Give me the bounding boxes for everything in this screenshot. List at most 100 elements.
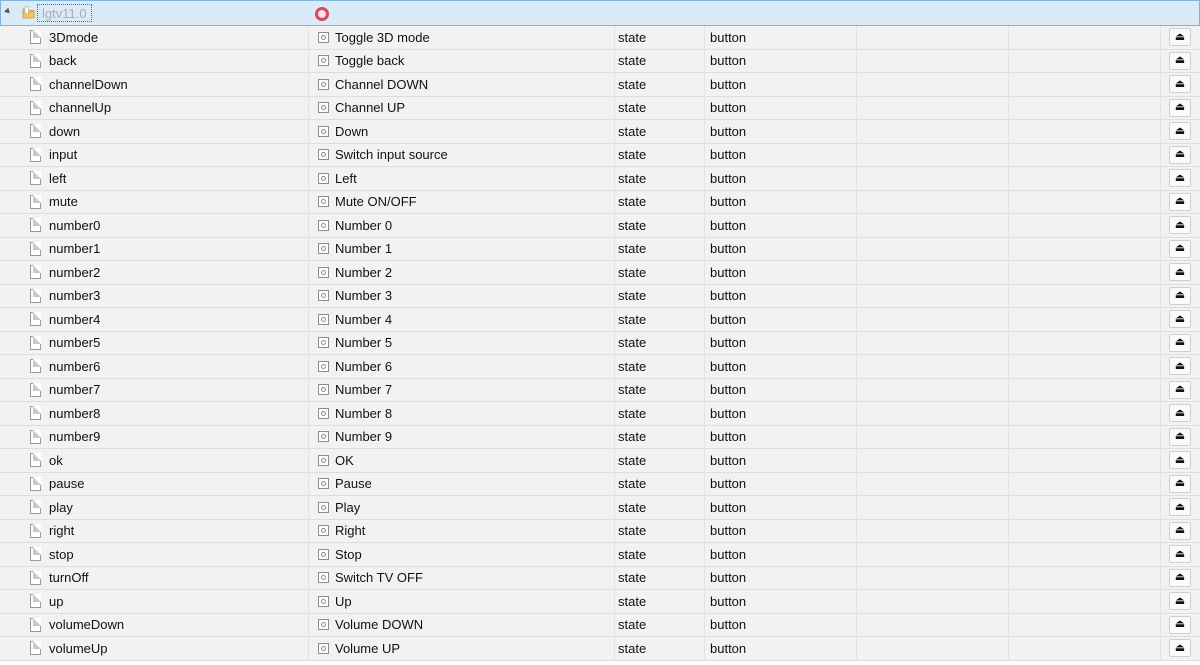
name-cell[interactable]: Channel DOWN — [308, 73, 614, 96]
expanded-triangle-icon[interactable] — [4, 7, 12, 16]
table-row[interactable]: pause Pause state button ⏏ — [0, 472, 1200, 496]
name-cell[interactable]: Number 5 — [308, 332, 614, 355]
table-row[interactable]: number1 Number 1 state button ⏏ — [0, 237, 1200, 261]
table-row[interactable]: play Play state button ⏏ — [0, 496, 1200, 520]
table-row[interactable]: back Toggle back state button ⏏ — [0, 49, 1200, 73]
eject-button[interactable]: ⏏ — [1169, 521, 1191, 540]
eject-button[interactable]: ⏏ — [1169, 357, 1191, 376]
name-cell[interactable]: Number 2 — [308, 261, 614, 284]
eject-button[interactable]: ⏏ — [1169, 98, 1191, 117]
eject-button[interactable]: ⏏ — [1169, 192, 1191, 211]
id-cell[interactable]: number6 — [30, 355, 308, 378]
name-cell[interactable]: Up — [308, 590, 614, 613]
eject-button[interactable]: ⏏ — [1169, 310, 1191, 329]
table-row[interactable]: input Switch input source state button ⏏ — [0, 143, 1200, 167]
id-cell[interactable]: pause — [30, 473, 308, 496]
table-row[interactable]: left Left state button ⏏ — [0, 167, 1200, 191]
table-row[interactable]: down Down state button ⏏ — [0, 120, 1200, 144]
id-cell[interactable]: volumeUp — [30, 637, 308, 660]
id-cell[interactable]: number0 — [30, 214, 308, 237]
id-cell[interactable]: mute — [30, 191, 308, 214]
table-row[interactable]: turnOff Switch TV OFF state button ⏏ — [0, 566, 1200, 590]
name-cell[interactable]: Switch input source — [308, 144, 614, 167]
eject-button[interactable]: ⏏ — [1169, 474, 1191, 493]
root-label[interactable]: lgtv11.0 — [37, 4, 92, 22]
eject-button[interactable]: ⏏ — [1169, 216, 1191, 235]
table-row[interactable]: ok OK state button ⏏ — [0, 449, 1200, 473]
table-row[interactable]: right Right state button ⏏ — [0, 519, 1200, 543]
id-cell[interactable]: input — [30, 144, 308, 167]
id-cell[interactable]: ok — [30, 449, 308, 472]
eject-button[interactable]: ⏏ — [1169, 404, 1191, 423]
name-cell[interactable]: Number 8 — [308, 402, 614, 425]
eject-button[interactable]: ⏏ — [1169, 568, 1191, 587]
root-row-lgtv[interactable]: lgtv11.0 — [0, 0, 1200, 26]
id-cell[interactable]: left — [30, 167, 308, 190]
name-cell[interactable]: Toggle back — [308, 50, 614, 73]
eject-button[interactable]: ⏏ — [1169, 545, 1191, 564]
eject-button[interactable]: ⏏ — [1169, 427, 1191, 446]
table-row[interactable]: number2 Number 2 state button ⏏ — [0, 261, 1200, 285]
id-cell[interactable]: channelDown — [30, 73, 308, 96]
eject-button[interactable]: ⏏ — [1169, 122, 1191, 141]
id-cell[interactable]: stop — [30, 543, 308, 566]
name-cell[interactable]: Volume DOWN — [308, 614, 614, 637]
table-row[interactable]: number8 Number 8 state button ⏏ — [0, 402, 1200, 426]
name-cell[interactable]: OK — [308, 449, 614, 472]
id-cell[interactable]: number4 — [30, 308, 308, 331]
id-cell[interactable]: up — [30, 590, 308, 613]
id-cell[interactable]: number3 — [30, 285, 308, 308]
id-cell[interactable]: number5 — [30, 332, 308, 355]
name-cell[interactable]: Left — [308, 167, 614, 190]
name-cell[interactable]: Number 1 — [308, 238, 614, 261]
table-row[interactable]: number5 Number 5 state button ⏏ — [0, 331, 1200, 355]
name-cell[interactable]: Right — [308, 520, 614, 543]
eject-button[interactable]: ⏏ — [1169, 498, 1191, 517]
table-row[interactable]: number0 Number 0 state button ⏏ — [0, 214, 1200, 238]
eject-button[interactable]: ⏏ — [1169, 145, 1191, 164]
id-cell[interactable]: play — [30, 496, 308, 519]
eject-button[interactable]: ⏏ — [1169, 286, 1191, 305]
id-cell[interactable]: number1 — [30, 238, 308, 261]
eject-button[interactable]: ⏏ — [1169, 28, 1191, 47]
id-cell[interactable]: number7 — [30, 379, 308, 402]
eject-button[interactable]: ⏏ — [1169, 615, 1191, 634]
id-cell[interactable]: number9 — [30, 426, 308, 449]
table-row[interactable]: number7 Number 7 state button ⏏ — [0, 378, 1200, 402]
id-cell[interactable]: 3Dmode — [30, 26, 308, 49]
table-row[interactable]: number3 Number 3 state button ⏏ — [0, 284, 1200, 308]
eject-button[interactable]: ⏏ — [1169, 451, 1191, 470]
name-cell[interactable]: Down — [308, 120, 614, 143]
name-cell[interactable]: Number 4 — [308, 308, 614, 331]
name-cell[interactable]: Number 0 — [308, 214, 614, 237]
name-cell[interactable]: Number 9 — [308, 426, 614, 449]
eject-button[interactable]: ⏏ — [1169, 239, 1191, 258]
id-cell[interactable]: channelUp — [30, 97, 308, 120]
table-row[interactable]: mute Mute ON/OFF state button ⏏ — [0, 190, 1200, 214]
table-row[interactable]: number6 Number 6 state button ⏏ — [0, 355, 1200, 379]
name-cell[interactable]: Volume UP — [308, 637, 614, 660]
eject-button[interactable]: ⏏ — [1169, 51, 1191, 70]
id-cell[interactable]: volumeDown — [30, 614, 308, 637]
id-cell[interactable]: down — [30, 120, 308, 143]
table-row[interactable]: 3Dmode Toggle 3D mode state button ⏏ — [0, 26, 1200, 50]
table-row[interactable]: channelUp Channel UP state button ⏏ — [0, 96, 1200, 120]
eject-button[interactable]: ⏏ — [1169, 333, 1191, 352]
name-cell[interactable]: Pause — [308, 473, 614, 496]
id-cell[interactable]: back — [30, 50, 308, 73]
table-row[interactable]: up Up state button ⏏ — [0, 590, 1200, 614]
eject-button[interactable]: ⏏ — [1169, 639, 1191, 658]
table-row[interactable]: number9 Number 9 state button ⏏ — [0, 425, 1200, 449]
id-cell[interactable]: number8 — [30, 402, 308, 425]
name-cell[interactable]: Play — [308, 496, 614, 519]
name-cell[interactable]: Stop — [308, 543, 614, 566]
eject-button[interactable]: ⏏ — [1169, 380, 1191, 399]
name-cell[interactable]: Number 3 — [308, 285, 614, 308]
id-cell[interactable]: turnOff — [30, 567, 308, 590]
name-cell[interactable]: Switch TV OFF — [308, 567, 614, 590]
eject-button[interactable]: ⏏ — [1169, 263, 1191, 282]
id-cell[interactable]: number2 — [30, 261, 308, 284]
eject-button[interactable]: ⏏ — [1169, 169, 1191, 188]
table-row[interactable]: stop Stop state button ⏏ — [0, 543, 1200, 567]
name-cell[interactable]: Number 6 — [308, 355, 614, 378]
